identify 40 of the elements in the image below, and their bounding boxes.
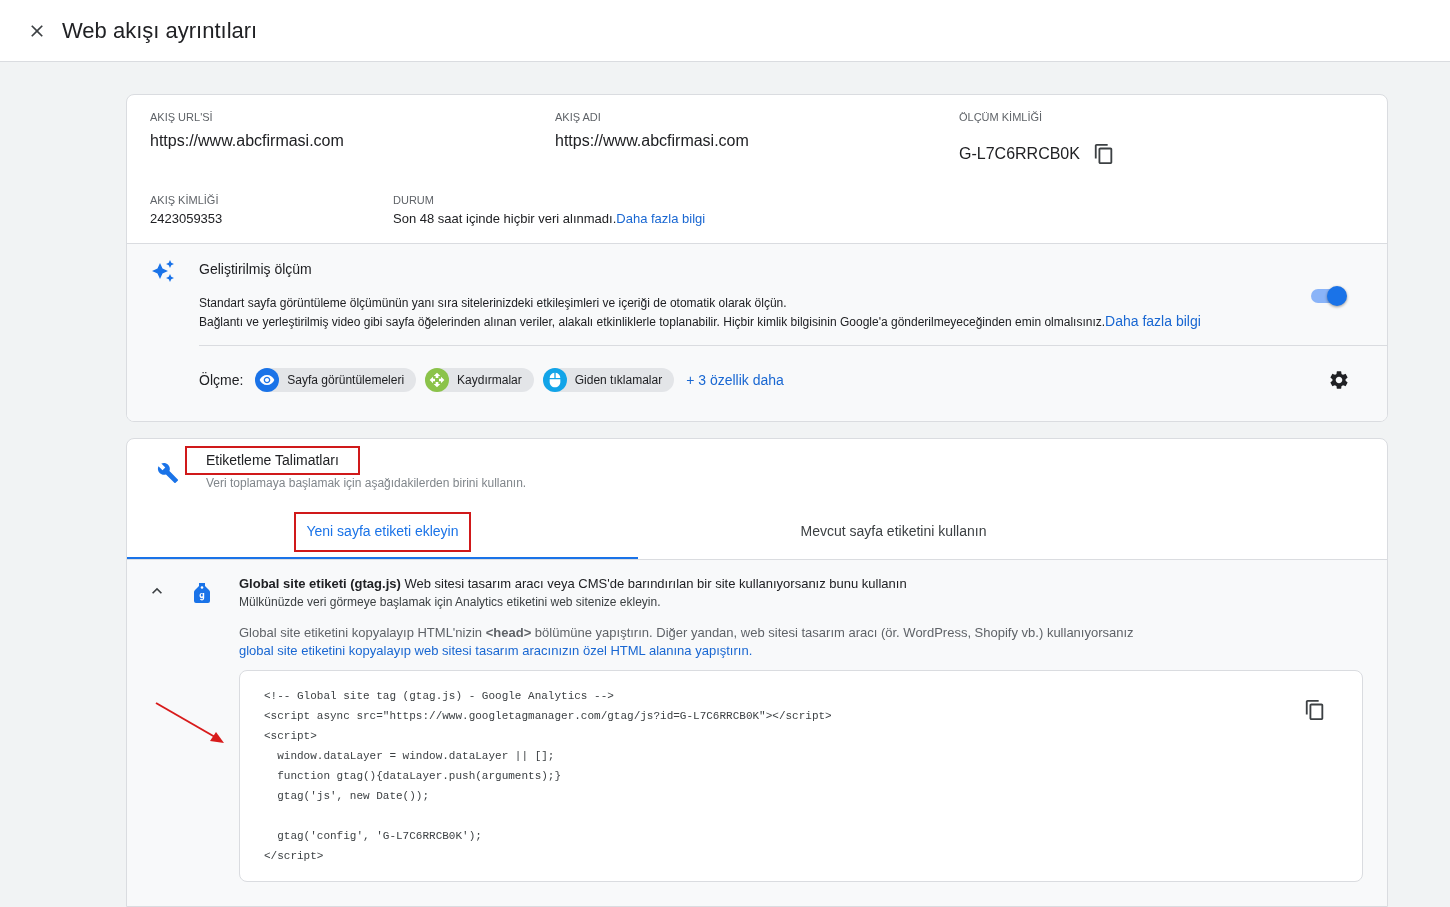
code-snippet: <!-- Global site tag (gtag.js) - Google Analytics --> <script async src="https://www.googletagmanager.com/gtag/js?id=G-L7C6RRCB0K"></script> <script> window.dataLayer = window.dataLayer || []; function gtag(){dataLayer.push(arguments);} gtag('js', new Date()); gtag('config', 'G-L7C6RRCB0K'); </script> — [264, 689, 833, 864]
description-text: Bağlantı ve yerleştirilmiş video gibi sayfa öğelerinden alınan veriler, alakalı etkinliklerle toplanabilir. Hiçbir kimlik bilgisinin Google'a gönderilmeyeceğinden emin olmalısınız.Daha fazla bilgi — [199, 312, 1202, 331]
field-label: ÖLÇÜM KİMLİĞİ — [959, 110, 1043, 124]
feature-label: Sayfa görüntülemeleri — [287, 372, 405, 388]
sparkle-icon — [151, 259, 175, 283]
wrench-icon — [157, 462, 179, 484]
instructions-link[interactable]: global site etiketini kopyalayıp web sitesi tasarım aracınızın özel HTML alanına yapıştırın. — [239, 643, 753, 658]
settings-icon — [1328, 369, 1350, 391]
description-text: Standart sayfa görüntüleme ölçümünün yanı sıra sitelerinizdeki etkileşimleri ve içeriği de otomatik olarak ölçün. — [199, 295, 788, 312]
instructions-text: Global site etiketini kopyalayıp HTML'nizin <head> bölümüne yapıştırın. Diğer yandan, web sitesi tasarım aracı (ör. WordPress, Shopify vb.) kullanıyorsanız global site etiketini kopyalayıp web sitesi tasarım aracınızın özel HTML alanına yapıştırın. — [239, 624, 1135, 660]
measurement-id: G-L7C6RRCB0K — [959, 144, 1080, 164]
copy-icon — [1092, 143, 1115, 165]
feature-label: Kaydırmalar — [457, 372, 522, 388]
page-title: Web akışı ayrıntıları — [62, 16, 258, 45]
copy-icon — [1304, 699, 1326, 721]
tag-subtitle: Mülkünüzde veri görmeye başlamak için Analytics etiketini web sitenize ekleyin. — [239, 594, 662, 611]
status-text: Son 48 saat içinde hiçbir veri alınmadı.Daha fazla bilgi — [393, 210, 706, 228]
settings-button[interactable] — [1328, 369, 1350, 391]
copy-button[interactable] — [1304, 699, 1326, 721]
field-label: DURUM — [393, 193, 434, 207]
section-subtitle: Veri toplamaya başlamak için aşağıdakilerden birini kullanın. — [205, 475, 527, 491]
field-label: AKIŞ ADI — [555, 110, 601, 124]
field-label: AKIŞ KİMLİĞİ — [150, 193, 219, 207]
tag-icon — [194, 583, 210, 603]
tag-title: Global site etiketi (gtag.js) Web sitesi tasarım aracı veya CMS'de barındırılan bir site kullanıyorsanız bunu kullanın — [239, 575, 908, 593]
copy-button[interactable] — [1092, 143, 1115, 165]
field-value: https://www.abcfirmasi.com — [555, 131, 749, 151]
toggle-switch[interactable] — [1311, 286, 1347, 306]
field-value: 2423059353 — [150, 210, 223, 228]
field-label: AKIŞ URL'Sİ — [150, 110, 213, 124]
section-title: Geliştirilmiş ölçüm — [199, 260, 313, 279]
measuring-label: Ölçme: — [199, 371, 244, 390]
feature-label: Giden tıklamalar — [574, 372, 663, 388]
more-features-link[interactable]: + 3 özellik daha — [686, 370, 784, 390]
field-value: https://www.abcfirmasi.com — [150, 131, 344, 151]
section-title: Etiketleme Talimatları — [185, 446, 360, 475]
learn-more-link[interactable]: Daha fazla bilgi — [616, 211, 706, 226]
pointer-arrow — [155, 702, 225, 744]
tab[interactable]: Mevcut sayfa etiketini kullanın — [638, 506, 1149, 559]
learn-more-link[interactable]: Daha fazla bilgi — [1105, 313, 1201, 329]
